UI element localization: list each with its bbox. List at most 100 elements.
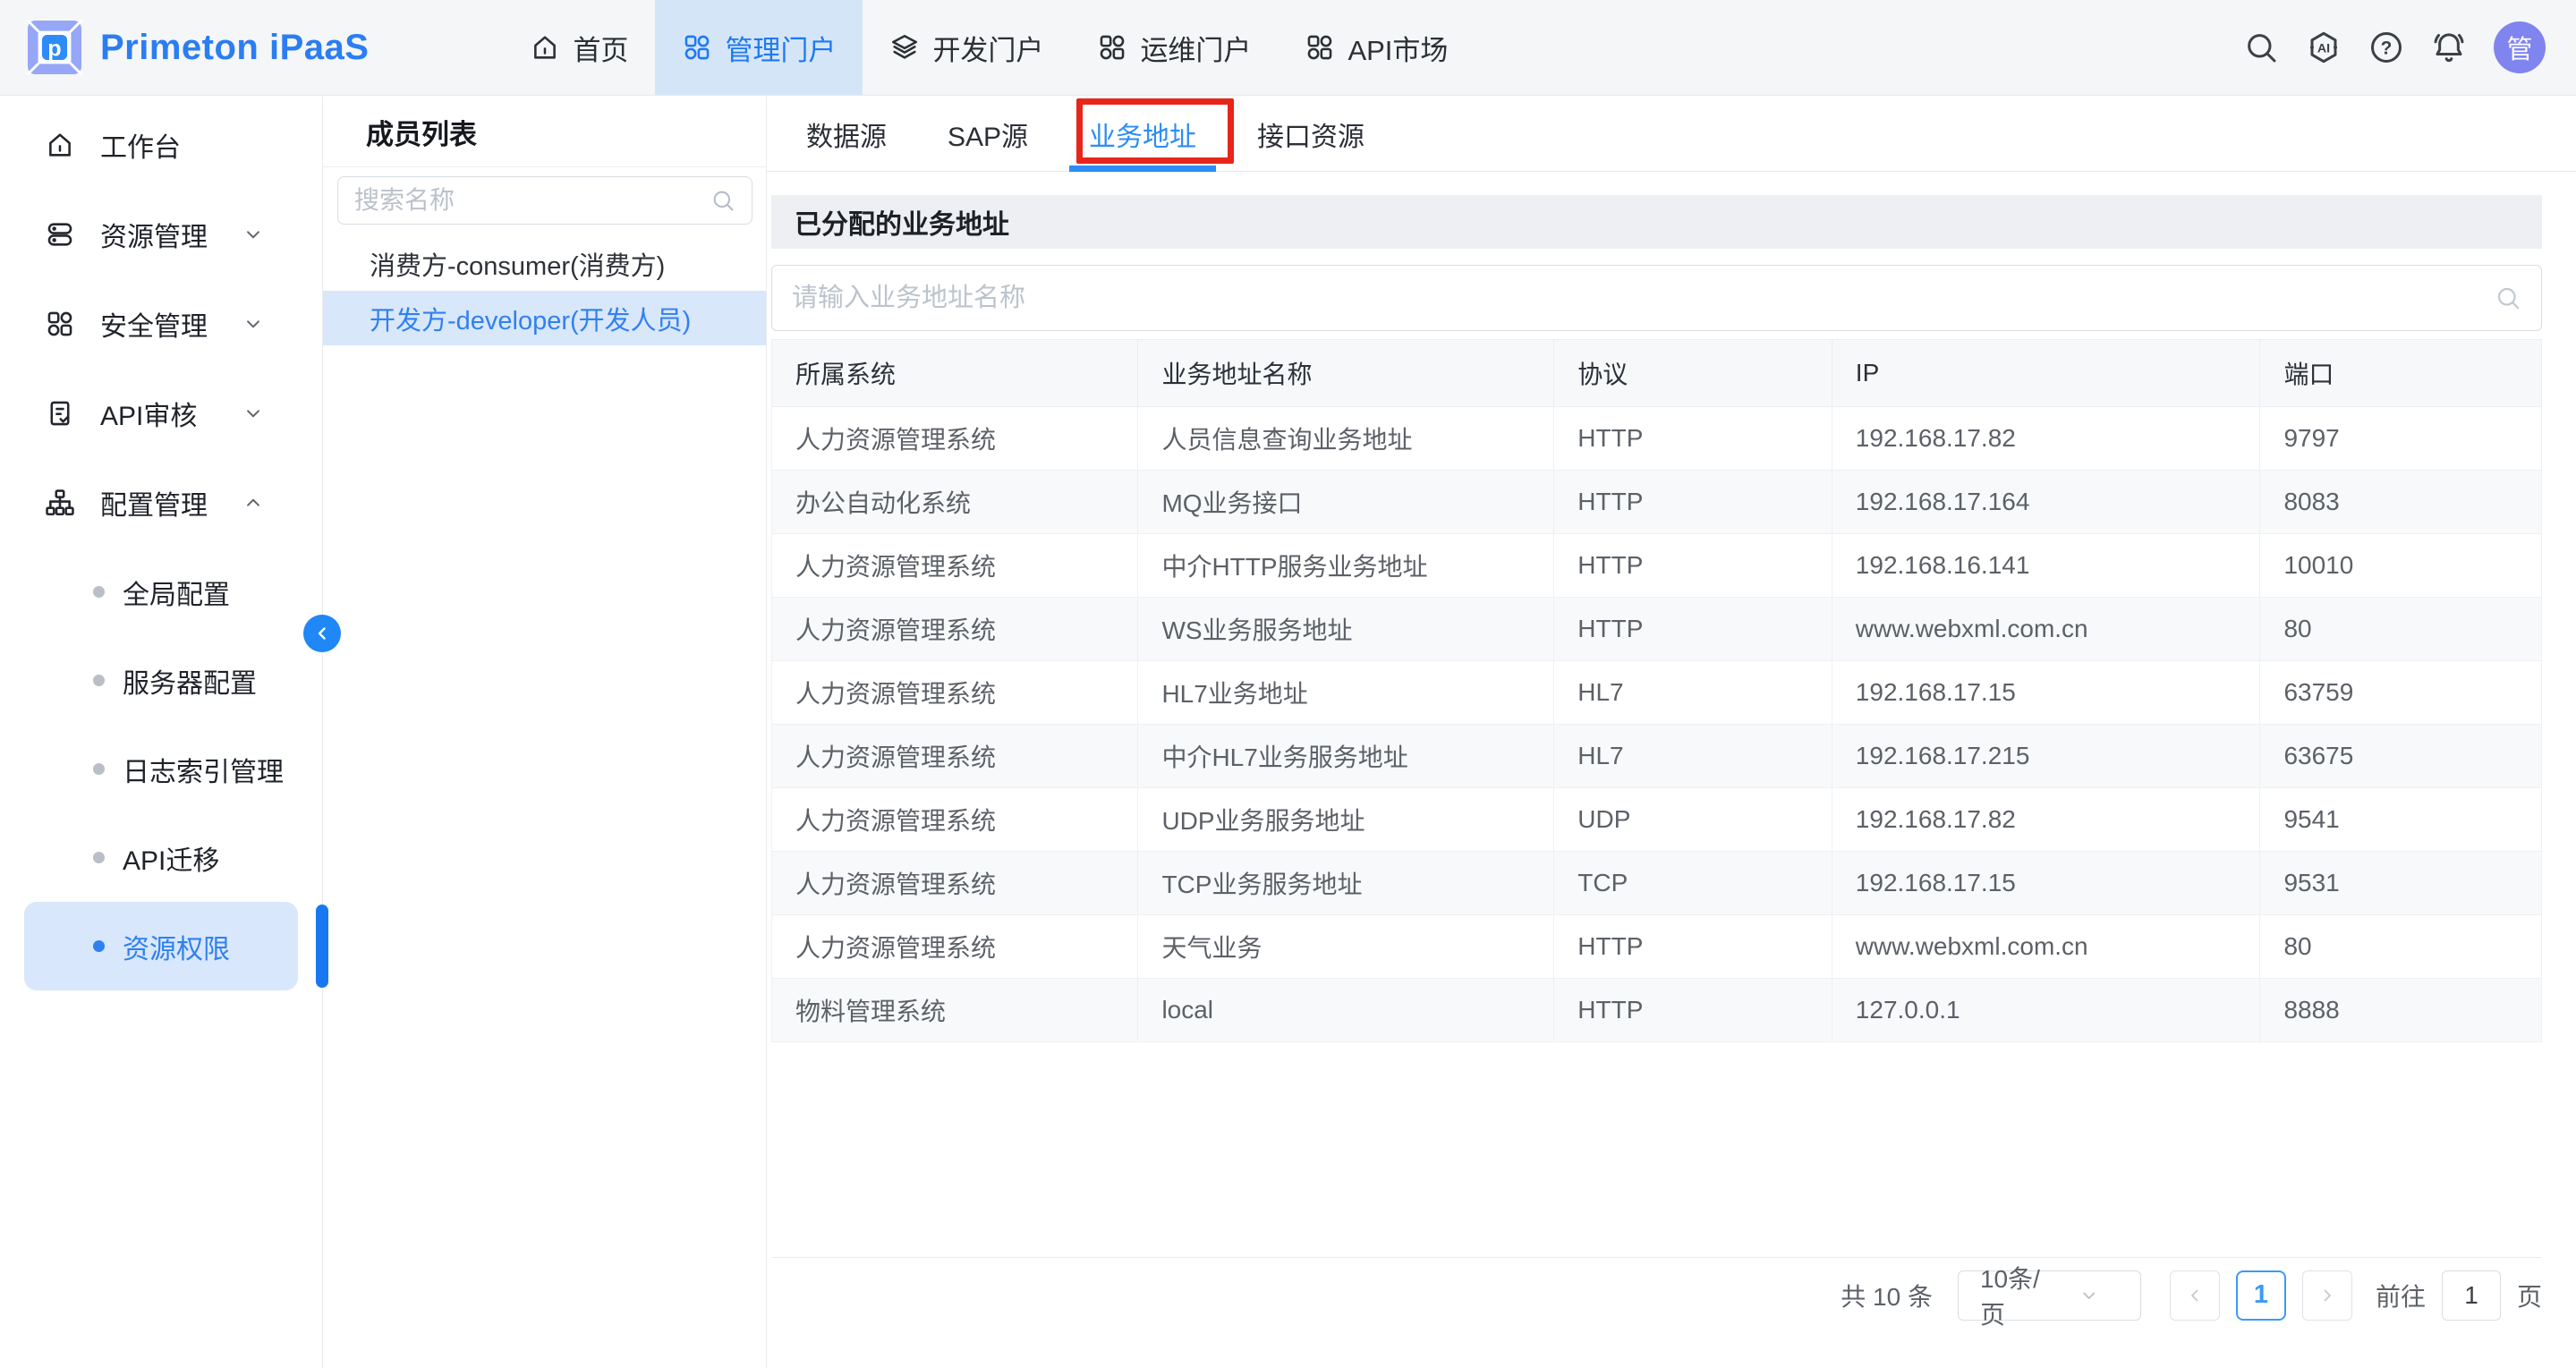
table-cell: HTTP [1554, 979, 1832, 1042]
ai-assistant-icon[interactable]: AI [2306, 30, 2342, 65]
brand-logo-icon: p [27, 20, 82, 75]
table-cell: 80 [2260, 598, 2542, 661]
page-1-button[interactable]: 1 [2236, 1270, 2286, 1321]
member-list: 消费方-consumer(消费方)开发方-developer(开发人员) [323, 236, 766, 345]
pagination-total: 共 10 条 [1841, 1278, 1933, 1313]
member-panel: 成员列表 消费方-consumer(消费方)开发方-developer(开发人员… [323, 97, 767, 1368]
resource-tabs: 数据源 SAP源 业务地址 接口资源 [767, 97, 2576, 172]
sidebar-subitem-label: 资源权限 [123, 927, 230, 966]
table-row: 物料管理系统localHTTP127.0.0.18888 [772, 979, 2542, 1042]
table-cell: 人力资源管理系统 [772, 915, 1138, 979]
table-cell: UDP [1554, 788, 1832, 852]
sidebar-item-security-management[interactable]: 安全管理 [0, 279, 322, 369]
svg-text:AI: AI [2317, 42, 2330, 56]
jump-page-input[interactable] [2442, 1270, 2501, 1321]
table-cell: 192.168.16.141 [1832, 534, 2260, 598]
table-cell: 天气业务 [1138, 915, 1554, 979]
table-cell: 9531 [2260, 852, 2542, 915]
svg-text:p: p [47, 37, 61, 62]
chevron-down-icon [2053, 1285, 2126, 1306]
chevron-left-icon [2184, 1285, 2206, 1306]
grid-icon [45, 309, 75, 339]
sitemap-icon [45, 488, 75, 518]
sidebar-subitem-global-config[interactable]: 全局配置 [24, 548, 298, 636]
table-row: 人力资源管理系统UDP业务服务地址UDP192.168.17.829541 [772, 788, 2542, 852]
nav-item-label: 首页 [573, 28, 628, 68]
nav-item-admin-portal[interactable]: 管理门户 [655, 0, 863, 95]
table-cell: 192.168.17.82 [1832, 407, 2260, 471]
table-cell: 物料管理系统 [772, 979, 1138, 1042]
table-cell: 10010 [2260, 534, 2542, 598]
brand[interactable]: p Primeton iPaaS [0, 20, 369, 75]
sidebar-item-workbench[interactable]: 工作台 [0, 100, 322, 190]
table-cell: HTTP [1554, 598, 1832, 661]
sidebar-item-resource-management[interactable]: 资源管理 [0, 190, 322, 279]
tab-sap-source[interactable]: SAP源 [928, 97, 1048, 171]
member-search-input[interactable] [354, 186, 710, 215]
bullet-dot-icon [93, 940, 105, 952]
avatar[interactable]: 管 [2494, 21, 2546, 73]
nav-item-dev-portal[interactable]: 开发门户 [863, 0, 1070, 95]
column-header: IP [1832, 340, 2260, 407]
nav-item-home[interactable]: 首页 [503, 0, 655, 95]
tab-api-resource[interactable]: 接口资源 [1237, 97, 1384, 171]
sidebar-subitem-api-migration[interactable]: API迁移 [24, 813, 298, 902]
table-cell: TCP业务服务地址 [1138, 852, 1554, 915]
table-cell: HL7业务地址 [1138, 661, 1554, 725]
table-cell: 192.168.17.15 [1832, 852, 2260, 915]
help-icon[interactable]: ? [2368, 30, 2404, 65]
address-search-box [771, 265, 2542, 331]
table-cell: UDP业务服务地址 [1138, 788, 1554, 852]
sidebar-item-label: 工作台 [100, 125, 181, 165]
table-cell: HTTP [1554, 471, 1832, 534]
tab-business-address[interactable]: 业务地址 [1069, 97, 1216, 171]
member-item-developer[interactable]: 开发方-developer(开发人员) [323, 291, 766, 345]
page-size-value: 10条/页 [1980, 1260, 2053, 1331]
chevron-left-icon [311, 623, 333, 644]
search-icon[interactable] [2495, 285, 2521, 311]
table-cell: 63675 [2260, 725, 2542, 788]
brand-name: Primeton iPaaS [100, 28, 369, 68]
table-cell: 人力资源管理系统 [772, 661, 1138, 725]
member-search-box [337, 176, 752, 225]
next-page-button[interactable] [2302, 1270, 2352, 1321]
table-row: 人力资源管理系统TCP业务服务地址TCP192.168.17.159531 [772, 852, 2542, 915]
tab-datasource[interactable]: 数据源 [786, 97, 906, 171]
prev-page-button[interactable] [2170, 1270, 2220, 1321]
home-icon [45, 130, 75, 160]
sidebar-item-label: API审核 [100, 394, 197, 433]
nav-item-api-market[interactable]: API市场 [1278, 0, 1475, 95]
search-icon[interactable] [2243, 30, 2279, 65]
home-icon [530, 32, 560, 63]
address-search-input[interactable] [792, 284, 2495, 313]
table-cell: 8888 [2260, 979, 2542, 1042]
table-cell: 80 [2260, 915, 2542, 979]
nav-item-label: 管理门户 [725, 28, 836, 68]
bell-icon[interactable] [2431, 30, 2467, 65]
table-cell: 中介HTTP服务业务地址 [1138, 534, 1554, 598]
table-cell: 192.168.17.82 [1832, 788, 2260, 852]
svg-text:?: ? [2381, 38, 2393, 58]
jump-prefix: 前往 [2376, 1278, 2426, 1313]
member-item-consumer[interactable]: 消费方-consumer(消费方) [323, 236, 766, 291]
table-row: 人力资源管理系统人员信息查询业务地址HTTP192.168.17.829797 [772, 407, 2542, 471]
sidebar-subitem-resource-permission[interactable]: 资源权限 [24, 902, 298, 990]
sidebar-item-label: 资源管理 [100, 215, 208, 254]
table-cell: HTTP [1554, 915, 1832, 979]
sidebar-subitem-log-index-management[interactable]: 日志索引管理 [24, 725, 298, 813]
sidebar-subitem-server-config[interactable]: 服务器配置 [24, 636, 298, 725]
sidebar-collapse-button[interactable] [303, 615, 341, 652]
sidebar-item-config-management[interactable]: 配置管理 [0, 458, 322, 548]
table-body: 人力资源管理系统人员信息查询业务地址HTTP192.168.17.829797办… [772, 407, 2542, 1042]
table-cell: 人力资源管理系统 [772, 725, 1138, 788]
page-size-select[interactable]: 10条/页 [1958, 1270, 2141, 1321]
column-header: 端口 [2260, 340, 2542, 407]
tab-label: 业务地址 [1089, 115, 1196, 154]
search-icon[interactable] [710, 188, 735, 213]
sidebar-item-api-review[interactable]: API审核 [0, 369, 322, 458]
chevron-up-icon [242, 491, 265, 514]
portal-grid-icon [1305, 32, 1335, 63]
navbar-actions: AI ? 管 [2243, 21, 2576, 73]
table-cell: 8083 [2260, 471, 2542, 534]
nav-item-ops-portal[interactable]: 运维门户 [1070, 0, 1278, 95]
